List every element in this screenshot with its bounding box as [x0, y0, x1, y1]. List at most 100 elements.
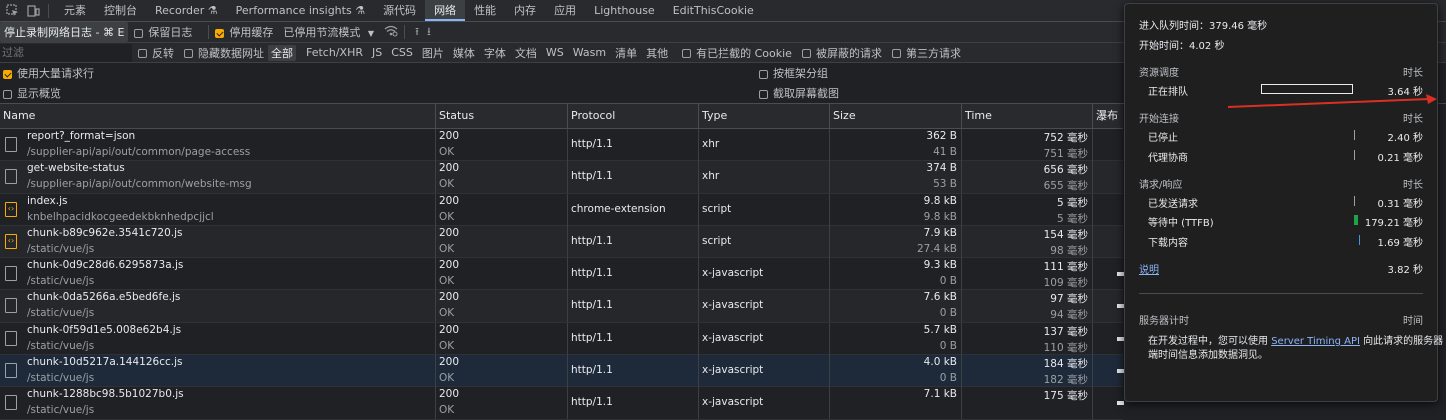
- column-header-protocol[interactable]: Protocol: [567, 104, 698, 128]
- flask-icon: ⚗: [355, 4, 366, 17]
- filter-type-manifest[interactable]: 清单: [612, 45, 640, 61]
- tab-sources[interactable]: 源代码: [374, 0, 425, 21]
- request-name[interactable]: chunk-b89c962e.3541c720.js: [27, 227, 183, 239]
- show-overview-checkbox[interactable]: 显示概览: [3, 85, 71, 101]
- total-time: 111 毫秒: [1043, 261, 1088, 274]
- filter-type-img[interactable]: 图片: [419, 45, 447, 61]
- checkbox-box[interactable]: [759, 89, 768, 99]
- export-har-icon[interactable]: ⭳: [427, 23, 431, 42]
- preserve-log-checkbox[interactable]: 保留日志: [134, 24, 202, 40]
- filter-input[interactable]: [0, 43, 132, 62]
- large-rows-checkbox[interactable]: 使用大量请求行: [3, 65, 104, 81]
- tab-console[interactable]: 控制台: [95, 0, 146, 21]
- filter-type-all[interactable]: 全部: [268, 44, 296, 61]
- request-name[interactable]: chunk-10d5217a.144126cc.js: [27, 356, 182, 368]
- filter-type-media[interactable]: 媒体: [450, 45, 478, 61]
- column-header-type[interactable]: Type: [698, 104, 829, 128]
- tab-editthiscookie[interactable]: EditThisCookie: [664, 0, 763, 21]
- blocked-requests-checkbox[interactable]: 被屏蔽的请求: [801, 45, 892, 61]
- tab-memory[interactable]: 内存: [505, 0, 545, 21]
- request-name[interactable]: chunk-0da5266a.e5bed6fe.js: [27, 291, 180, 303]
- checkbox-box[interactable]: [184, 49, 193, 58]
- request-name[interactable]: chunk-0d9c28d6.6295873a.js: [27, 259, 183, 271]
- capture-screenshots-checkbox[interactable]: 截取屏幕截图: [759, 85, 849, 101]
- blocked-requests-label: 被屏蔽的请求: [815, 46, 882, 60]
- device-toolbar-icon[interactable]: [24, 2, 42, 20]
- total-time: 5 毫秒: [1056, 196, 1088, 209]
- column-header-name[interactable]: Name: [0, 104, 435, 128]
- cell-type: x-javascript: [698, 290, 829, 323]
- table-row[interactable]: chunk-0f59d1e5.008e62b4.js/static/vue/js…: [0, 322, 1124, 356]
- hide-data-urls-checkbox[interactable]: 隐藏数据网址: [184, 45, 268, 61]
- cell-type: xhr: [698, 129, 829, 161]
- request-name[interactable]: get-website-status: [27, 162, 125, 174]
- stalled-value: 2.40 秒: [1387, 133, 1423, 144]
- throttling-select[interactable]: 已停用节流模式 ▼: [283, 24, 374, 40]
- filter-type-doc[interactable]: 文档: [512, 45, 540, 61]
- group-by-frame-checkbox[interactable]: 按框架分组: [759, 65, 838, 81]
- proxy-bar: [1354, 150, 1355, 160]
- disable-cache-label: 停用缓存: [229, 26, 274, 39]
- request-name[interactable]: chunk-1288bc98.5b1027b0.js: [27, 388, 184, 400]
- tab-lighthouse[interactable]: Lighthouse: [585, 0, 664, 21]
- request-name[interactable]: index.js: [27, 195, 67, 207]
- checkbox-box[interactable]: [134, 28, 144, 38]
- cell-protocol: http/1.1: [567, 225, 698, 258]
- cell-status: 200 OK: [435, 290, 567, 323]
- request-name[interactable]: report?_format=json: [27, 130, 135, 142]
- request-name[interactable]: chunk-0f59d1e5.008e62b4.js: [27, 324, 181, 336]
- column-header-waterfall[interactable]: 瀑布: [1092, 104, 1123, 128]
- disable-cache-checkbox[interactable]: 停用缓存: [215, 24, 283, 40]
- checkbox-box[interactable]: [3, 89, 12, 99]
- filter-type-wasm[interactable]: Wasm: [570, 46, 609, 59]
- tab-application[interactable]: 应用: [545, 0, 585, 21]
- table-row[interactable]: report?_format=json/supplier-api/api/out…: [0, 129, 1123, 162]
- column-header-status[interactable]: Status: [435, 104, 567, 128]
- status-text: OK: [439, 178, 455, 191]
- checkbox-box[interactable]: [801, 49, 811, 58]
- checkbox-box[interactable]: [891, 49, 901, 58]
- checkbox-box[interactable]: [3, 69, 12, 79]
- request-path: knbelhpacidkocgeedekbknhedpcjjcl: [27, 210, 214, 223]
- blocked-cookies-checkbox[interactable]: 有已拦截的 Cookie: [682, 45, 802, 61]
- stop-recording-tooltip[interactable]: 停止录制网络日志 - ⌘ E: [0, 22, 129, 42]
- waterfall-bar: [1117, 272, 1124, 277]
- tab-network[interactable]: 网络: [425, 0, 466, 21]
- table-row[interactable]: chunk-0d9c28d6.6295873a.js/static/vue/js…: [0, 258, 1124, 291]
- filter-type-other[interactable]: 其他: [643, 45, 671, 61]
- resource-size: 0 B: [939, 339, 957, 352]
- cell-status: 200 OK: [435, 355, 567, 388]
- invert-checkbox[interactable]: 反转: [138, 45, 184, 61]
- filter-type-font[interactable]: 字体: [481, 45, 509, 61]
- network-conditions-icon[interactable]: [384, 25, 398, 40]
- inspect-element-icon[interactable]: [3, 2, 21, 20]
- checkbox-box[interactable]: [682, 49, 692, 58]
- tab-elements[interactable]: 元素: [55, 0, 95, 21]
- third-party-checkbox[interactable]: 第三方请求: [891, 45, 971, 61]
- table-row[interactable]: chunk-0da5266a.e5bed6fe.js/static/vue/js…: [0, 290, 1124, 323]
- filter-type-js[interactable]: JS: [369, 46, 385, 59]
- column-header-size[interactable]: Size: [829, 104, 961, 128]
- tab-performance[interactable]: 性能: [465, 0, 505, 21]
- column-header-time[interactable]: Time: [961, 104, 1092, 128]
- table-row[interactable]: chunk-1288bc98.5b1027b0.js/static/vue/js…: [0, 387, 1124, 420]
- server-timing-api-link[interactable]: Server Timing API: [1271, 336, 1360, 347]
- tab-performance-insights[interactable]: Performance insights ⚗: [227, 0, 374, 21]
- cell-time: 137 毫秒 110 毫秒: [961, 322, 1092, 355]
- table-row[interactable]: ‹› index.js knbelhpacidkocgeedekbknhedpcjj…: [0, 193, 1123, 226]
- transfer-size: 9.3 kB: [923, 259, 957, 272]
- checkbox-box[interactable]: [759, 69, 768, 79]
- table-row[interactable]: ‹› chunk-b89c962e.3541c720.js/static/vue/…: [0, 225, 1123, 259]
- checkbox-box[interactable]: [215, 28, 225, 38]
- tab-recorder[interactable]: Recorder ⚗: [146, 0, 227, 21]
- cell-type: x-javascript: [698, 322, 829, 355]
- filter-type-css[interactable]: CSS: [388, 46, 416, 59]
- explanation-link[interactable]: 说明: [1139, 261, 1159, 276]
- filter-type-fetch-xhr[interactable]: Fetch/XHR: [303, 46, 366, 59]
- table-row[interactable]: get-website-status/supplier-api/api/out/…: [0, 161, 1123, 194]
- checkbox-box[interactable]: [138, 49, 147, 58]
- import-har-icon[interactable]: ⭱: [415, 23, 419, 42]
- table-row[interactable]: chunk-10d5217a.144126cc.js/static/vue/js…: [0, 355, 1124, 388]
- filter-type-ws[interactable]: WS: [543, 46, 567, 59]
- document-icon: [5, 266, 17, 282]
